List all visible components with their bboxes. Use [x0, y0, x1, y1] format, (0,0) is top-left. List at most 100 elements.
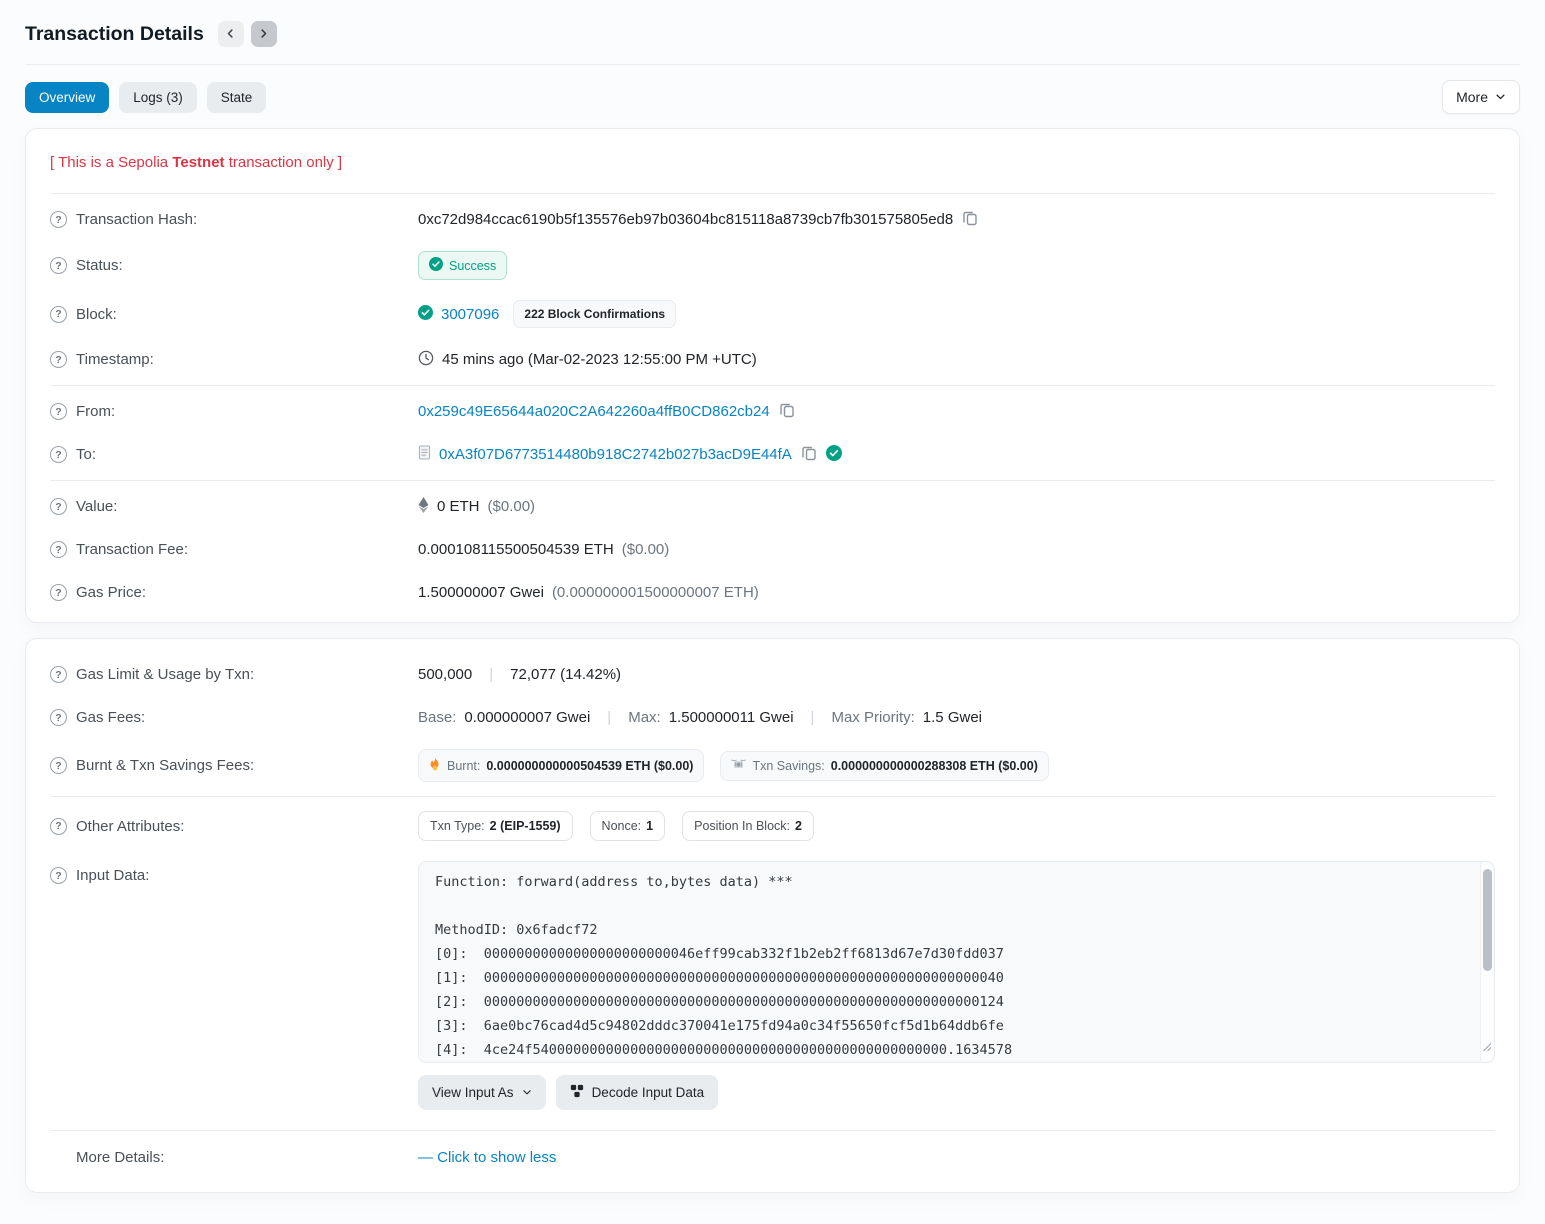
tx-hash-row: Transaction Hash: 0xc72d984ccac6190b5f13…	[50, 198, 1495, 241]
max-priority-fee-label: Max Priority:	[831, 709, 914, 726]
block-row: Block: 3007096 222 Block Confirmations	[50, 290, 1495, 338]
copy-icon	[801, 445, 817, 464]
block-number-link[interactable]: 3007096	[441, 306, 499, 323]
max-priority-fee-value: 1.5 Gwei	[923, 709, 982, 726]
chevron-down-icon	[1495, 89, 1506, 105]
base-fee-label: Base:	[418, 709, 456, 726]
check-circle-icon	[429, 257, 443, 274]
page-header: Transaction Details	[25, 0, 1520, 64]
next-txn-button[interactable]	[251, 21, 277, 47]
txn-savings-badge: Txn Savings: 0.000000000000288308 ETH ($…	[720, 751, 1048, 781]
help-icon[interactable]	[50, 446, 67, 463]
base-fee-value: 0.000000007 Gwei	[464, 709, 590, 726]
contract-document-icon	[418, 445, 431, 464]
copy-from-address-button[interactable]	[778, 401, 796, 422]
transaction-fee-row: Transaction Fee: 0.000108115500504539 ET…	[50, 528, 1495, 571]
more-dropdown-button[interactable]: More	[1442, 80, 1520, 114]
divider	[50, 385, 1495, 386]
tx-hash-label: Transaction Hash:	[76, 211, 197, 228]
tab-overview[interactable]: Overview	[25, 82, 109, 113]
position-in-block-label: Position In Block:	[694, 819, 790, 833]
burnt-badge: Burnt: 0.000000000000504539 ETH ($0.00)	[418, 749, 704, 782]
divider	[50, 480, 1495, 481]
copy-tx-hash-button[interactable]	[961, 209, 979, 230]
help-icon[interactable]	[50, 709, 67, 726]
input-data-line: [3]: 6ae0bc76cad4d5c94802dddc370041e175f…	[435, 1014, 1464, 1038]
other-attributes-row: Other Attributes: Txn Type: 2 (EIP-1559)…	[50, 801, 1495, 851]
transaction-details-page: Transaction Details Overview Logs (3) St…	[0, 0, 1545, 1193]
help-icon[interactable]	[50, 403, 67, 420]
max-fee-value: 1.500000011 Gwei	[669, 709, 794, 726]
click-to-show-less-link[interactable]: — Click to show less	[418, 1149, 556, 1166]
tab-logs[interactable]: Logs (3)	[119, 82, 197, 113]
gas-usage-value: 72,077 (14.42%)	[510, 666, 621, 683]
gas-fees-row: Gas Fees: Base: 0.000000007 Gwei Max: 1.…	[50, 696, 1495, 739]
view-input-as-label: View Input As	[432, 1085, 514, 1100]
input-data-textarea[interactable]: Function: forward(address to,bytes data)…	[418, 861, 1495, 1063]
input-data-line	[435, 894, 1464, 918]
help-icon[interactable]	[50, 306, 67, 323]
timestamp-row: Timestamp: 45 mins ago (Mar-02-2023 12:5…	[50, 338, 1495, 381]
view-input-as-button[interactable]: View Input As	[418, 1075, 546, 1110]
to-address-link[interactable]: 0xA3f07D6773514480b918C2742b027b3acD9E44…	[439, 446, 792, 463]
help-icon[interactable]	[50, 818, 67, 835]
help-icon[interactable]	[50, 498, 67, 515]
verified-contract-check-icon	[826, 445, 842, 465]
input-data-line: [4]: 4ce24f54000000000000000000000000000…	[435, 1038, 1464, 1062]
tab-state[interactable]: State	[207, 82, 267, 113]
input-data-line: [1]: 00000000000000000000000000000000000…	[435, 966, 1464, 990]
chevron-down-icon	[522, 1085, 532, 1100]
tx-hash-value: 0xc72d984ccac6190b5f135576eb97b03604bc81…	[418, 211, 953, 228]
help-icon[interactable]	[50, 351, 67, 368]
decode-input-data-button[interactable]: Decode Input Data	[556, 1075, 719, 1110]
overview-card: [ This is a Sepolia Testnet transaction …	[25, 128, 1520, 623]
input-data-line: [5]: 54200000000000000000000000000000000…	[435, 1062, 1464, 1063]
status-label: Status:	[76, 257, 123, 274]
help-icon[interactable]	[50, 757, 67, 774]
input-data-scrollbar[interactable]	[1480, 863, 1493, 1061]
divider	[50, 1130, 1495, 1131]
separator	[607, 709, 611, 726]
scrollbar-thumb[interactable]	[1483, 869, 1492, 971]
txn-type-value: 2 (EIP-1559)	[490, 819, 561, 833]
nonce-value: 1	[646, 819, 653, 833]
status-value: Success	[449, 259, 496, 273]
input-data-line: [0]: 00000000000000000000000046eff99cab3…	[435, 942, 1464, 966]
previous-txn-button[interactable]	[218, 21, 244, 47]
textarea-resize-handle[interactable]	[1481, 1049, 1492, 1060]
help-icon[interactable]	[50, 666, 67, 683]
gas-price-row: Gas Price: 1.500000007 Gwei (0.000000001…	[50, 571, 1495, 614]
value-usd: ($0.00)	[488, 498, 536, 515]
status-row: Status: Success	[50, 241, 1495, 290]
status-badge: Success	[418, 251, 507, 280]
burnt-badge-value: 0.000000000000504539 ETH ($0.00)	[486, 759, 693, 773]
help-icon[interactable]	[50, 584, 67, 601]
from-row: From: 0x259c49E65644a020C2A642260a4ffB0C…	[50, 390, 1495, 433]
input-data-line: MethodID: 0x6fadcf72	[435, 918, 1464, 942]
money-wings-icon	[731, 759, 746, 773]
input-data-row: Input Data: Function: forward(address to…	[50, 851, 1495, 1126]
value-amount: 0 ETH	[437, 498, 480, 515]
clock-icon	[418, 350, 434, 370]
chevron-right-icon	[258, 27, 269, 42]
help-icon[interactable]	[50, 257, 67, 274]
input-data-actions: View Input As Decode Input Data	[418, 1075, 1495, 1116]
copy-icon	[962, 210, 978, 229]
tab-bar: Overview Logs (3) State More	[25, 65, 1520, 128]
help-icon[interactable]	[50, 541, 67, 558]
transaction-fee-value: 0.000108115500504539 ETH	[418, 541, 614, 558]
help-icon[interactable]	[50, 867, 67, 884]
testnet-warning: [ This is a Sepolia Testnet transaction …	[50, 137, 1495, 189]
help-icon[interactable]	[50, 211, 67, 228]
timestamp-value: 45 mins ago (Mar-02-2023 12:55:00 PM +UT…	[442, 351, 757, 368]
transaction-fee-label: Transaction Fee:	[76, 541, 188, 558]
txn-savings-badge-label: Txn Savings:	[752, 759, 824, 773]
input-data-label: Input Data:	[76, 867, 149, 884]
copy-icon	[779, 402, 795, 421]
more-dropdown-label: More	[1456, 89, 1488, 105]
transaction-fee-usd: ($0.00)	[622, 541, 670, 558]
copy-to-address-button[interactable]	[800, 444, 818, 465]
txn-savings-badge-value: 0.000000000000288308 ETH ($0.00)	[831, 759, 1038, 773]
value-label: Value:	[76, 498, 117, 515]
from-address-link[interactable]: 0x259c49E65644a020C2A642260a4ffB0CD862cb…	[418, 403, 770, 420]
